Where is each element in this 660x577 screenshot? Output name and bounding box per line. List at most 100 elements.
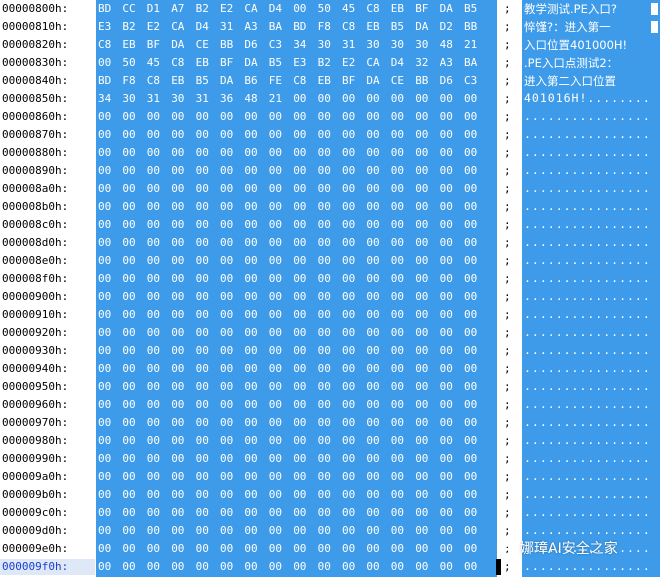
hex-byte[interactable]: EB — [171, 74, 184, 87]
hex-byte[interactable]: 00 — [122, 236, 135, 249]
hex-byte[interactable]: 00 — [293, 380, 306, 393]
hex-byte[interactable]: 00 — [366, 200, 379, 213]
hex-byte[interactable]: 00 — [244, 380, 257, 393]
hex-byte[interactable]: 00 — [220, 236, 233, 249]
hex-byte[interactable]: 00 — [391, 326, 404, 339]
hex-byte[interactable]: 00 — [220, 542, 233, 555]
hex-byte[interactable]: 00 — [366, 128, 379, 141]
ascii-text[interactable]: ................ — [524, 163, 658, 179]
hex-byte[interactable]: 00 — [366, 434, 379, 447]
hex-byte[interactable]: 00 — [464, 524, 477, 537]
hex-byte[interactable]: 00 — [98, 506, 111, 519]
hex-byte[interactable]: 00 — [147, 542, 160, 555]
ascii-text[interactable]: 401016H!........ — [524, 91, 658, 107]
hex-byte[interactable]: C3 — [269, 38, 282, 51]
hex-byte[interactable]: 00 — [122, 524, 135, 537]
hex-byte[interactable]: 00 — [440, 326, 453, 339]
hex-byte[interactable]: 00 — [293, 488, 306, 501]
hex-byte[interactable]: 00 — [147, 308, 160, 321]
hex-byte[interactable]: 00 — [318, 398, 331, 411]
hex-row[interactable]: 00000890h: 00 00 00 00 00 00 00 00 00 00 00 00 00 00 00… — [0, 162, 660, 180]
hex-row[interactable]: 00000800h: BD CC D1 A7 B2 E2 CA D4 00 50 45 C8 EB BF DA… — [0, 0, 660, 18]
hex-byte[interactable]: 00 — [147, 272, 160, 285]
hex-byte[interactable]: 00 — [440, 218, 453, 231]
hex-byte[interactable]: A7 — [171, 2, 184, 15]
hex-byte[interactable]: 00 — [196, 218, 209, 231]
hex-byte[interactable]: 00 — [220, 254, 233, 267]
hex-byte[interactable]: 00 — [220, 110, 233, 123]
hex-byte[interactable]: 00 — [342, 434, 355, 447]
hex-byte[interactable]: 00 — [293, 560, 306, 573]
hex-byte[interactable]: 00 — [244, 200, 257, 213]
hex-byte[interactable]: 00 — [269, 128, 282, 141]
hex-byte[interactable]: 00 — [366, 182, 379, 195]
hex-byte[interactable]: 00 — [98, 362, 111, 375]
hex-byte[interactable]: 00 — [415, 164, 428, 177]
hex-byte[interactable]: 00 — [440, 272, 453, 285]
hex-byte[interactable]: 00 — [342, 524, 355, 537]
hex-byte[interactable]: 45 — [342, 2, 355, 15]
hex-byte[interactable]: 00 — [342, 326, 355, 339]
hex-byte[interactable]: 00 — [98, 524, 111, 537]
hex-byte[interactable]: 00 — [171, 236, 184, 249]
hex-byte[interactable]: 00 — [147, 182, 160, 195]
hex-byte[interactable]: 00 — [171, 272, 184, 285]
ascii-text[interactable]: 教学测试.PE入口? — [524, 1, 658, 17]
hex-byte[interactable]: 00 — [122, 470, 135, 483]
hex-byte[interactable]: 00 — [318, 218, 331, 231]
hex-byte[interactable]: 00 — [122, 254, 135, 267]
hex-row[interactable]: 000009f0h: 00 00 00 00 00 00 00 00 00 00 00 00 00 00 00… — [0, 558, 660, 576]
hex-byte[interactable]: 00 — [366, 452, 379, 465]
hex-byte[interactable]: B5 — [269, 56, 282, 69]
hex-byte[interactable]: 00 — [269, 326, 282, 339]
hex-byte[interactable]: 00 — [269, 506, 282, 519]
hex-byte[interactable]: 00 — [171, 452, 184, 465]
ascii-text[interactable]: ................ — [524, 145, 658, 161]
hex-byte[interactable]: 00 — [171, 560, 184, 573]
hex-byte[interactable]: 00 — [171, 380, 184, 393]
hex-byte[interactable]: 00 — [440, 146, 453, 159]
hex-byte[interactable]: 00 — [196, 308, 209, 321]
hex-byte[interactable]: 00 — [122, 146, 135, 159]
hex-byte[interactable]: 00 — [366, 92, 379, 105]
hex-byte[interactable]: B5 — [391, 20, 404, 33]
hex-byte[interactable]: 00 — [122, 326, 135, 339]
hex-byte[interactable]: C8 — [293, 74, 306, 87]
hex-byte[interactable]: 00 — [415, 308, 428, 321]
ascii-text[interactable]: ................ — [524, 289, 658, 305]
hex-byte[interactable]: 00 — [366, 560, 379, 573]
hex-byte[interactable]: 00 — [342, 164, 355, 177]
hex-byte[interactable]: 00 — [98, 344, 111, 357]
hex-byte[interactable]: 00 — [391, 218, 404, 231]
hex-byte[interactable]: 00 — [122, 488, 135, 501]
hex-byte[interactable]: BB — [220, 38, 233, 51]
hex-byte[interactable]: BD — [98, 74, 111, 87]
hex-byte[interactable]: 00 — [171, 164, 184, 177]
hex-byte[interactable]: 00 — [391, 308, 404, 321]
hex-row[interactable]: 000009a0h: 00 00 00 00 00 00 00 00 00 00 00 00 00 00 00… — [0, 468, 660, 486]
hex-byte[interactable]: 00 — [196, 470, 209, 483]
hex-byte[interactable]: 00 — [269, 380, 282, 393]
hex-row[interactable]: 00000820h: C8 EB BF DA CE BB D6 C3 34 30 31 30 30 30 48… — [0, 36, 660, 54]
hex-byte[interactable]: 00 — [440, 560, 453, 573]
ascii-text[interactable]: ................ — [524, 235, 658, 251]
ascii-text[interactable]: ................ — [524, 181, 658, 197]
hex-byte[interactable]: 00 — [440, 398, 453, 411]
hex-byte[interactable]: 00 — [147, 200, 160, 213]
hex-byte[interactable]: 00 — [220, 452, 233, 465]
hex-row[interactable]: 000008f0h: 00 00 00 00 00 00 00 00 00 00 00 00 00 00 00… — [0, 270, 660, 288]
hex-byte[interactable]: 00 — [171, 398, 184, 411]
hex-byte[interactable]: 00 — [440, 506, 453, 519]
hex-row[interactable]: 000008e0h: 00 00 00 00 00 00 00 00 00 00 00 00 00 00 00… — [0, 252, 660, 270]
hex-byte[interactable]: 00 — [147, 452, 160, 465]
hex-byte[interactable]: 00 — [391, 452, 404, 465]
ascii-text[interactable]: 入口位置401000H! — [524, 37, 658, 53]
hex-byte[interactable]: 00 — [440, 92, 453, 105]
hex-byte[interactable]: 00 — [122, 200, 135, 213]
hex-byte[interactable]: 00 — [171, 254, 184, 267]
hex-byte[interactable]: CE — [391, 74, 404, 87]
hex-byte[interactable]: 00 — [318, 524, 331, 537]
hex-byte[interactable]: 00 — [391, 470, 404, 483]
hex-byte[interactable]: 00 — [318, 344, 331, 357]
hex-byte[interactable]: 00 — [196, 344, 209, 357]
